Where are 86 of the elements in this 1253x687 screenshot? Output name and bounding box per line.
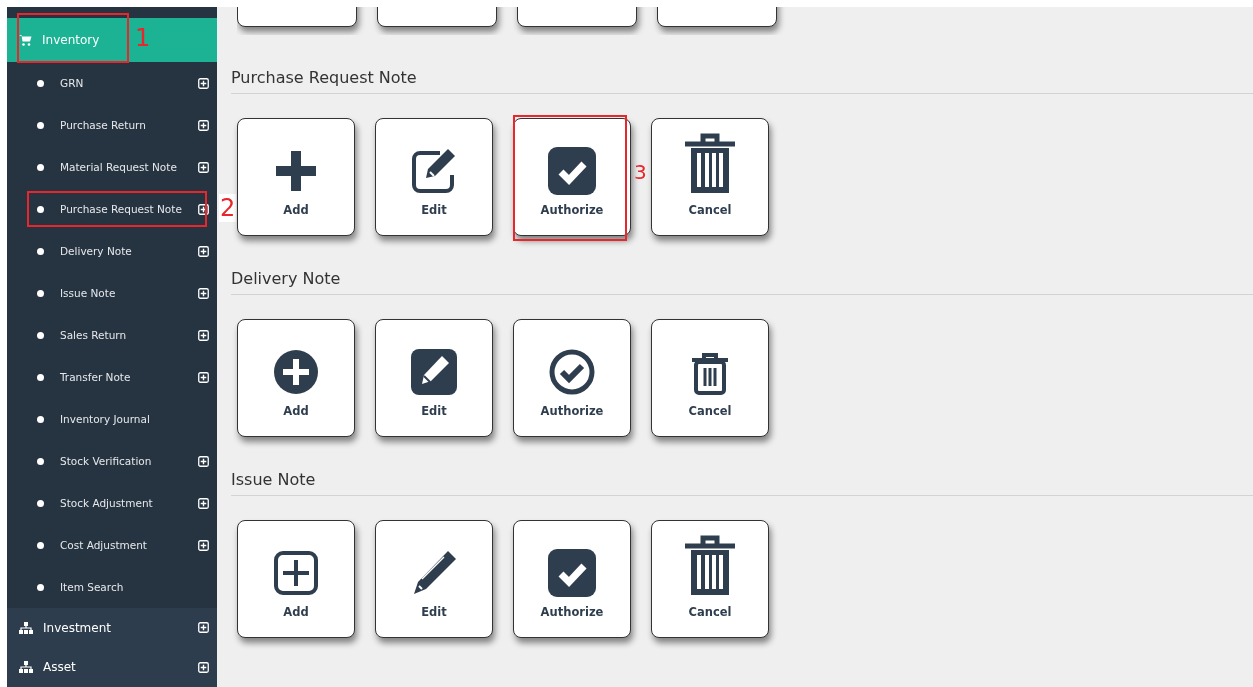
sidebar-group[interactable]: Investment <box>7 608 217 648</box>
plus-circle-icon <box>272 348 320 396</box>
bullet-icon <box>37 289 44 297</box>
item-label: Transfer Note <box>60 371 132 383</box>
expand-icon[interactable] <box>198 539 209 551</box>
bullet-icon <box>37 205 44 213</box>
group-label: Investment <box>43 620 112 635</box>
bullet-icon <box>37 541 44 549</box>
expand-icon[interactable] <box>198 371 209 383</box>
item-label: Stock Adjustment <box>60 497 154 509</box>
sidebar-item[interactable]: Purchase Return <box>7 104 217 146</box>
sidebar-item[interactable]: Stock Adjustment <box>7 482 217 524</box>
sitemap-icon <box>19 621 33 634</box>
sidebar-item[interactable]: Stock Verification <box>7 440 217 482</box>
section-title: Issue Note <box>231 468 1253 496</box>
edit-icon <box>410 147 458 195</box>
sidebar-item[interactable]: Cost Adjustment <box>7 524 217 566</box>
action-button[interactable]: Cancel <box>651 118 769 236</box>
annotation-number: 2 <box>219 194 237 222</box>
item-label: Sales Return <box>60 329 128 341</box>
bullet-icon <box>37 79 44 87</box>
expand-icon[interactable] <box>198 119 209 131</box>
expand-icon[interactable] <box>198 77 209 89</box>
expand-icon[interactable] <box>198 287 209 299</box>
expand-icon[interactable] <box>198 245 209 257</box>
action-button[interactable]: Edit <box>375 118 493 236</box>
trash-icon <box>683 131 737 195</box>
expand-icon[interactable] <box>198 329 209 341</box>
action-button[interactable]: Edit <box>375 319 493 437</box>
sidebar-item[interactable]: Issue Note <box>7 272 217 314</box>
bullet-icon <box>37 499 44 507</box>
action-button[interactable]: Authorize <box>513 319 631 437</box>
checkbox-icon <box>548 549 596 597</box>
bullet-icon <box>37 373 44 381</box>
section-title: Purchase Request Note <box>231 66 1253 94</box>
bullet-icon <box>37 583 44 591</box>
item-label: Cost Adjustment <box>60 539 148 551</box>
expand-icon[interactable] <box>198 622 209 634</box>
bullet-icon <box>37 457 44 465</box>
bullet-icon <box>37 247 44 255</box>
item-label: Delivery Note <box>60 245 133 257</box>
expand-icon[interactable] <box>198 661 209 673</box>
action-button[interactable]: Cancel <box>651 319 769 437</box>
bullet-icon <box>37 121 44 129</box>
sidebar-item[interactable]: Item Search <box>7 566 217 608</box>
sidebar-item[interactable]: Purchase Request Note <box>7 188 217 230</box>
expand-icon[interactable] <box>198 497 209 509</box>
expand-icon[interactable] <box>198 203 209 215</box>
sidebar-group[interactable]: Asset <box>7 647 217 687</box>
sidebar-item[interactable]: Sales Return <box>7 314 217 356</box>
item-label: Purchase Request Note <box>60 203 183 215</box>
annotation-number: 3 <box>634 160 647 184</box>
bullet-icon <box>37 331 44 339</box>
sidebar-item[interactable]: Inventory Journal <box>7 398 217 440</box>
action-button[interactable]: Add <box>237 520 355 638</box>
item-label: Stock Verification <box>60 455 153 467</box>
trash-icon <box>683 533 737 597</box>
sitemap-icon <box>19 661 33 674</box>
annotation-number: 1 <box>135 24 151 52</box>
check-circle-icon <box>548 348 596 396</box>
action-button[interactable]: Add <box>237 319 355 437</box>
item-label: Issue Note <box>60 287 117 299</box>
expand-icon[interactable] <box>198 161 209 173</box>
edit-icon <box>410 348 458 396</box>
item-label: Purchase Return <box>60 119 147 131</box>
action-button[interactable]: Edit <box>375 520 493 638</box>
cart-icon <box>19 34 32 46</box>
action-button[interactable]: Add <box>237 118 355 236</box>
action-button[interactable]: Authorize <box>513 118 631 236</box>
item-label: Material Request Note <box>60 161 178 173</box>
section-title: Delivery Note <box>231 267 1253 295</box>
item-label: Item Search <box>60 581 125 593</box>
action-button[interactable]: Authorize <box>513 520 631 638</box>
expand-icon[interactable] <box>198 455 209 467</box>
group-label: Asset <box>43 660 77 675</box>
plus-square-icon <box>272 549 320 597</box>
item-label: GRN <box>60 77 85 89</box>
sidebar-item[interactable]: GRN <box>7 62 217 104</box>
item-label: Inventory Journal <box>60 413 151 425</box>
action-button[interactable]: Cancel <box>651 520 769 638</box>
sidebar-item[interactable]: Material Request Note <box>7 146 217 188</box>
sidebar-item[interactable]: Delivery Note <box>7 230 217 272</box>
bullet-icon <box>37 415 44 423</box>
bullet-icon <box>37 163 44 171</box>
checkbox-icon <box>548 147 596 195</box>
sidebar-item[interactable]: Transfer Note <box>7 356 217 398</box>
